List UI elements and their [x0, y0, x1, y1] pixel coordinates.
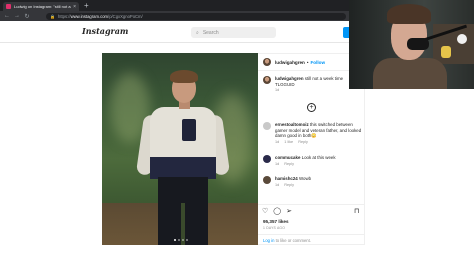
- streamer-hair: [387, 4, 431, 24]
- comment-text: Wowb: [298, 176, 312, 181]
- avatar[interactable]: [263, 155, 271, 163]
- post-actions: ♡ ◯ ➢ ⊓ 95,357 likes 1 DAYS AGO Log in t…: [258, 204, 365, 246]
- search-input[interactable]: ⌕ Search: [191, 27, 276, 38]
- search-placeholder: Search: [202, 29, 219, 36]
- browser-tab[interactable]: Ludwig on Instagram: "still not a... ×: [3, 2, 79, 11]
- add-icon[interactable]: +: [307, 103, 316, 112]
- list-item: hamishc24 Wowb 1d Reply: [263, 176, 363, 188]
- webcam-figurine: [441, 46, 451, 58]
- avatar[interactable]: [263, 176, 271, 184]
- reply-button[interactable]: Reply: [284, 162, 294, 166]
- bookmark-icon[interactable]: ⊓: [354, 208, 359, 216]
- separator-dot: •: [306, 59, 309, 65]
- post-date: 1 DAYS AGO: [263, 226, 286, 230]
- instagram-favicon-icon: [6, 4, 11, 9]
- likes-count[interactable]: 95,357 likes: [263, 219, 289, 224]
- forward-icon[interactable]: →: [14, 13, 20, 19]
- lock-icon: 🔒: [50, 13, 55, 19]
- share-icon[interactable]: ➢: [286, 208, 292, 216]
- jacket-pocket: [182, 119, 196, 141]
- comment-likes[interactable]: 1 like: [284, 140, 293, 144]
- reload-icon[interactable]: ↻: [24, 13, 30, 20]
- avatar[interactable]: [263, 122, 271, 130]
- comment-age: 1d: [275, 182, 280, 187]
- carousel-dot: [182, 239, 184, 241]
- caption-username[interactable]: ludwigahgren: [275, 76, 304, 81]
- person-hair: [170, 70, 198, 83]
- instagram-logo[interactable]: Instagram: [82, 26, 128, 36]
- carousel-dot: [174, 239, 176, 241]
- follow-button[interactable]: Follow: [310, 60, 325, 65]
- jacket-band: [150, 157, 216, 179]
- reply-button[interactable]: Reply: [284, 183, 294, 187]
- avatar[interactable]: [263, 58, 271, 66]
- new-tab-button[interactable]: +: [84, 1, 89, 10]
- comment-username[interactable]: commucake: [275, 155, 300, 160]
- comment-username[interactable]: hamishc24: [275, 176, 298, 181]
- back-icon[interactable]: ←: [4, 13, 10, 19]
- login-prompt: Log in to like or comment.: [258, 234, 365, 247]
- login-link[interactable]: Log in: [263, 238, 274, 243]
- list-item: commucake Look at this week 1d Reply: [263, 155, 363, 167]
- webcam-light: [457, 34, 467, 44]
- webcam-overlay: [349, 0, 474, 89]
- comment-age: 1d: [275, 161, 280, 166]
- comment-username[interactable]: ernestoaltomoiz: [275, 122, 309, 127]
- carousel-dot: [186, 239, 188, 241]
- carousel-dot: [178, 239, 180, 241]
- like-icon[interactable]: ♡: [262, 208, 268, 216]
- caption-link[interactable]: TLGGUID: [275, 82, 295, 87]
- post-username[interactable]: ludwigahgren: [275, 60, 305, 65]
- post-photo[interactable]: ›: [102, 53, 258, 245]
- caption-age: 1d: [275, 88, 280, 92]
- url-text: https://www.instagram.com/p/CgxXgnoPoCm/: [57, 13, 143, 19]
- carousel-indicator: [174, 239, 188, 241]
- list-item: ernestoaltomoiz this switched between ga…: [263, 122, 363, 145]
- reply-button[interactable]: Reply: [298, 140, 308, 144]
- post-caption: ludwigahgren still not a week time TLGGU…: [263, 76, 363, 94]
- address-bar[interactable]: 🔒 https://www.instagram.com/p/CgxXgnoPoC…: [46, 12, 346, 20]
- search-icon: ⌕: [196, 29, 199, 36]
- caption-text: still not a week time: [304, 76, 344, 81]
- microphone-icon: [407, 38, 429, 50]
- comment-age: 1d: [275, 139, 280, 144]
- comment-icon[interactable]: ◯: [273, 208, 281, 216]
- comment-text: Look at this week: [301, 155, 336, 160]
- tab-close-icon[interactable]: ×: [73, 4, 76, 10]
- avatar[interactable]: [263, 76, 271, 84]
- tab-title: Ludwig on Instagram: "still not a...: [14, 4, 72, 9]
- login-suffix: to like or comment.: [275, 238, 311, 243]
- streamer-body: [373, 58, 447, 89]
